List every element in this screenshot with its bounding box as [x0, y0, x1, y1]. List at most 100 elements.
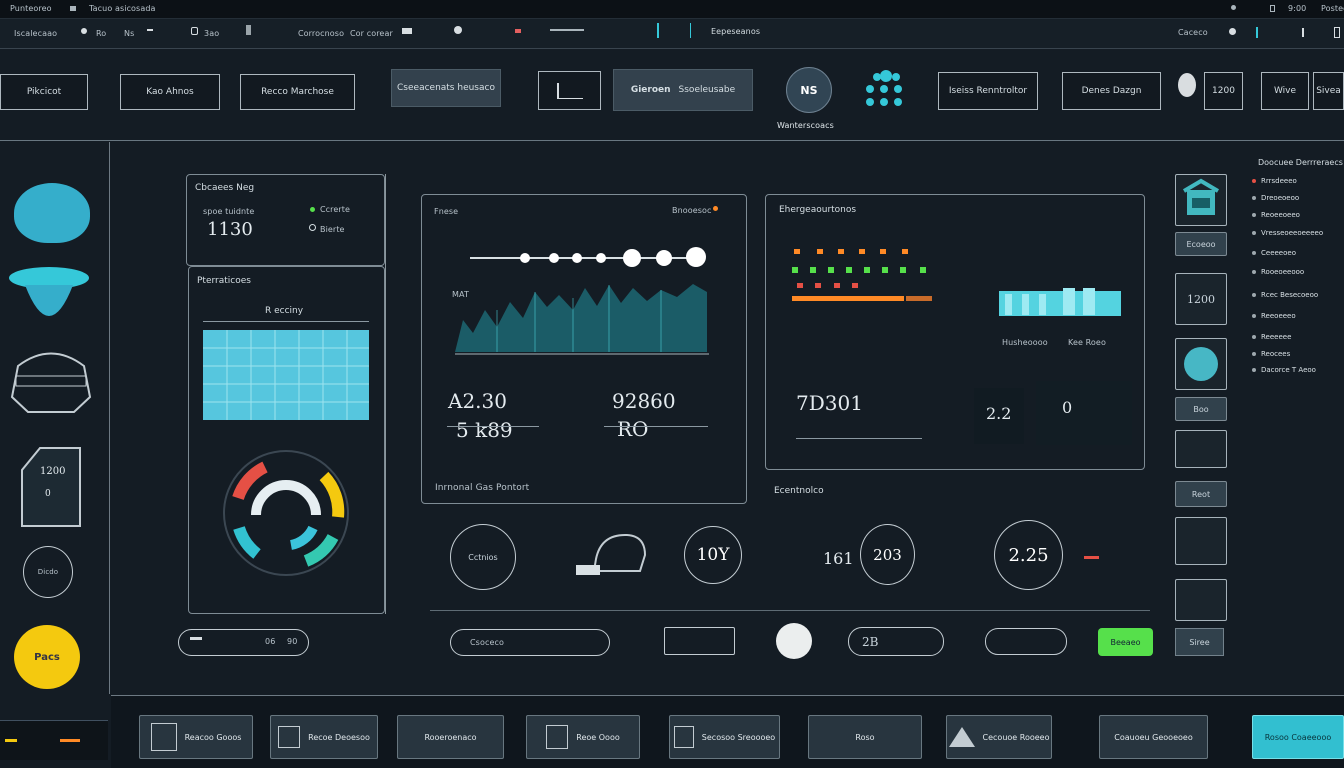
right-list-item[interactable]: Reocees [1252, 350, 1290, 358]
search-label[interactable]: Caceco [1178, 28, 1208, 37]
bottom-button[interactable]: Roso [808, 715, 922, 759]
right-list-item[interactable]: Dacorce T Aeoo [1252, 366, 1316, 374]
gauge-side-value: 161 [823, 549, 854, 568]
record-button[interactable] [776, 623, 812, 659]
doc-icon[interactable] [1175, 517, 1227, 565]
panel-separator [385, 174, 386, 614]
bottom-button[interactable]: Cecouoe Rooeeo [946, 715, 1052, 759]
bottom-button[interactable]: Reacoo Gooos [139, 715, 253, 759]
filter-field[interactable]: Csoceco [450, 629, 610, 656]
apps-grid-icon[interactable] [864, 69, 906, 111]
field-value: 90 [287, 637, 298, 646]
right-button[interactable]: Reot [1175, 481, 1227, 507]
menu-item[interactable]: Cor corear [350, 29, 393, 38]
right-list-item[interactable]: Reeoeeeo [1252, 312, 1296, 320]
workspace-label[interactable]: Iscalecaao [14, 29, 57, 38]
location-icon[interactable] [454, 26, 462, 34]
phone-icon[interactable] [1256, 27, 1262, 38]
alert-icon[interactable] [515, 29, 521, 33]
energy-value: 7D301 [796, 391, 863, 415]
bottom-button[interactable]: Secosoo Sreoooeo [669, 715, 780, 759]
menu-item[interactable]: Ro [96, 29, 106, 38]
right-list-item[interactable]: Rooeoeeooo [1252, 268, 1304, 276]
folder-icon[interactable] [402, 28, 412, 34]
menu-icon[interactable] [1334, 27, 1340, 38]
legend-label: Ccrerte [320, 205, 351, 214]
right-list-item[interactable]: Reeeeee [1252, 333, 1291, 341]
right-button[interactable]: Ecoeoo [1175, 232, 1227, 256]
confirm-button[interactable]: Beeaeo [1098, 628, 1153, 656]
panel-legend: Bnooesoc [672, 206, 712, 215]
phone-device-icon[interactable] [20, 446, 82, 528]
right-list-item[interactable]: Dreoeoeoo [1252, 194, 1299, 202]
user-icon[interactable] [1302, 28, 1307, 37]
toolbar-button[interactable]: Sivea [1313, 72, 1344, 110]
chart-icon[interactable] [1175, 579, 1227, 621]
toolbar-button[interactable]: Pikcicot [0, 74, 88, 110]
metric-value: 1130 [207, 219, 253, 240]
stat-value: 0 [1062, 398, 1073, 417]
toolbar-button[interactable]: Gieroen Ssoeleusabe [613, 69, 753, 111]
bottom-button[interactable]: Recoe Deoesoo [270, 715, 378, 759]
gauge: Cctnios [450, 524, 516, 590]
toolbar-label: Ssoeleusabe [678, 85, 736, 95]
status-text: Posteo [1321, 4, 1344, 13]
toolbar-button[interactable]: Iseiss Renntroltor [938, 72, 1038, 110]
donut-chart [200, 437, 370, 587]
status-line [60, 739, 80, 742]
minus-icon[interactable] [147, 29, 153, 31]
globe-icon[interactable] [1175, 338, 1227, 390]
display-icon[interactable] [1175, 430, 1227, 468]
right-list-item[interactable]: Ceeeeoeo [1252, 249, 1296, 257]
menu-item[interactable]: Ns [124, 29, 134, 38]
menu-item[interactable]: Eepeseanos [711, 27, 760, 36]
toolbar-button[interactable]: Recco Marchose [240, 74, 355, 110]
menu-item[interactable]: Corrocnoso [298, 29, 344, 38]
toolbar-button[interactable]: 1200 [1204, 72, 1243, 110]
device-button[interactable] [538, 71, 601, 110]
status-line [5, 739, 17, 742]
search-icon[interactable] [1229, 28, 1236, 35]
pin-icon[interactable] [246, 25, 251, 35]
filter-label: Csoceco [470, 638, 504, 647]
profile-avatar[interactable]: NS [786, 67, 832, 113]
light-bulb-icon[interactable] [1178, 73, 1196, 97]
vr-headset-icon[interactable] [10, 345, 92, 413]
legend-dot-green [310, 207, 315, 212]
toolbar-button[interactable]: Cseeacenats heusaco [391, 69, 501, 107]
bottom-button-active[interactable]: Rosoo Coaeeooo [1252, 715, 1344, 759]
stat-value: 2.2 [986, 404, 1012, 423]
lock-icon[interactable] [191, 27, 198, 35]
value-field[interactable]: 2B [848, 627, 944, 656]
hat-icon[interactable] [8, 263, 90, 325]
top-menu-item[interactable]: Tacuo asicosada [89, 4, 156, 13]
settings-icon[interactable] [1231, 5, 1236, 10]
counter-card[interactable]: 1200 [1175, 273, 1227, 325]
right-button[interactable]: Boo [1175, 397, 1227, 421]
secondary-button[interactable]: Siree [1175, 628, 1224, 656]
toolbar-button[interactable]: Kao Ahnos [120, 74, 220, 110]
device-value: 1200 [40, 466, 66, 477]
right-list-item[interactable]: Vresseoeeoeeeeo [1252, 229, 1323, 237]
timeline-slider[interactable] [470, 245, 710, 270]
toggle-button[interactable] [664, 627, 735, 655]
toolbar-button[interactable]: Wive [1261, 72, 1309, 110]
card-chip-icon[interactable]: Dicdo [23, 546, 73, 598]
bottom-button[interactable]: Rooeroenaco [397, 715, 504, 759]
stat-card [1036, 381, 1132, 445]
helmet-icon[interactable] [14, 183, 90, 243]
record-icon[interactable] [81, 28, 87, 34]
right-list-item[interactable]: Reoeeoeeo [1252, 211, 1300, 219]
action-button[interactable]: Pacs [14, 625, 80, 689]
toolbar-button[interactable]: Denes Dazgn [1062, 72, 1161, 110]
value-underline [796, 438, 922, 439]
right-list-item[interactable]: Rcec Besecoeoo [1252, 291, 1318, 299]
legend-label: Bierte [320, 225, 345, 234]
range-field[interactable] [985, 628, 1067, 655]
bottom-button[interactable]: Reoe Oooo [526, 715, 640, 759]
menu-item[interactable]: 3ao [204, 29, 219, 38]
storage-icon[interactable] [1175, 174, 1227, 226]
panel-footer: Ecentnolco [774, 486, 824, 496]
bottom-button[interactable]: Coauoeu Geooeoeo [1099, 715, 1208, 759]
right-list-item[interactable]: Rrrsdeeeo [1252, 177, 1297, 185]
